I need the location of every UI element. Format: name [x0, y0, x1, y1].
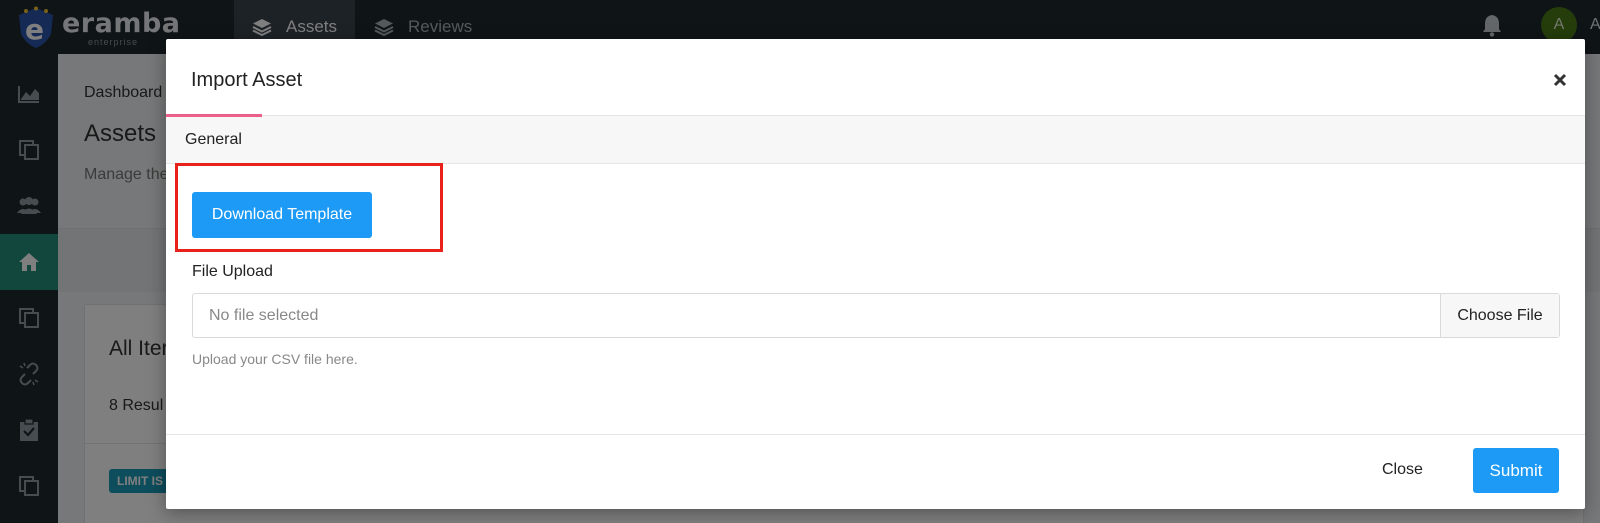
file-upload-group: No file selected Choose File — [192, 293, 1560, 338]
download-template-button[interactable]: Download Template — [192, 192, 372, 238]
close-icon[interactable] — [1549, 69, 1571, 91]
modal-title: Import Asset — [191, 69, 303, 91]
upload-help-text: Upload your CSV file here. — [192, 351, 358, 367]
modal-footer-divider — [166, 434, 1585, 435]
file-upload-input[interactable]: No file selected — [193, 294, 1440, 337]
file-upload-label: File Upload — [192, 263, 273, 280]
tab-active-indicator — [166, 114, 262, 117]
tab-general[interactable]: General — [185, 131, 242, 149]
close-button[interactable]: Close — [1376, 453, 1429, 487]
submit-button[interactable]: Submit — [1473, 448, 1559, 493]
import-asset-modal: Import Asset General Download Template F… — [166, 39, 1585, 509]
modal-tabbar: General — [166, 114, 1585, 164]
choose-file-button[interactable]: Choose File — [1440, 294, 1559, 337]
